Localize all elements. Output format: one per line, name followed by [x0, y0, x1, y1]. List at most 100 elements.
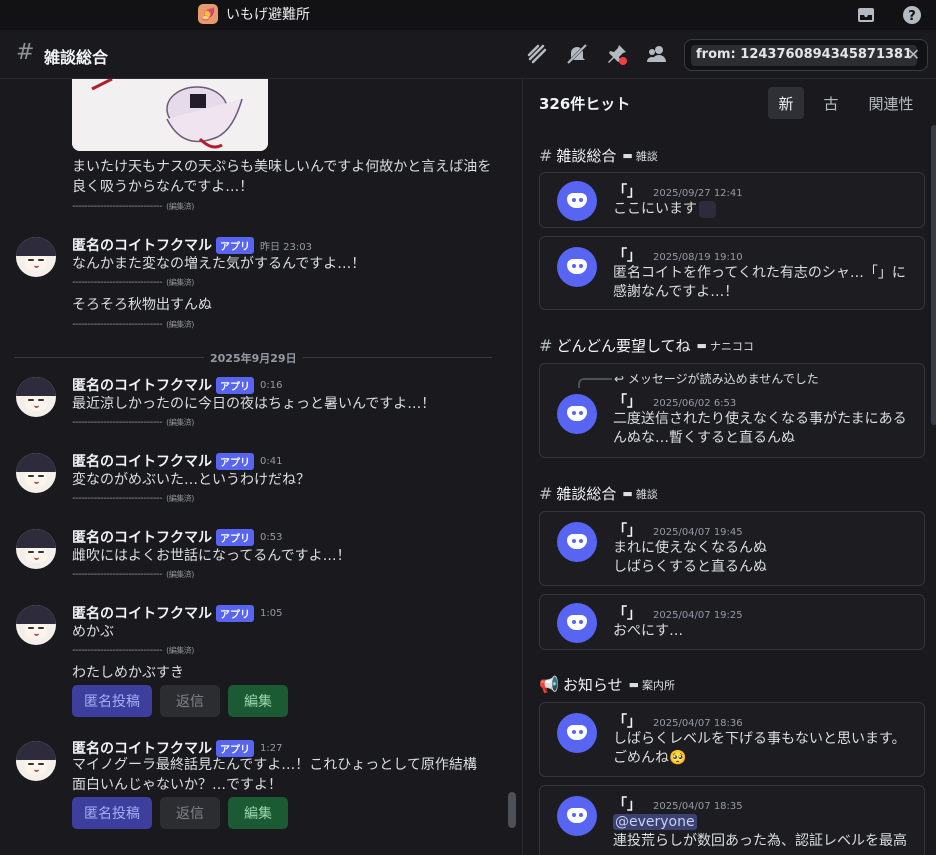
search-result-card[interactable]: 「」 2025/04/07 19:25 おぺにす…	[539, 594, 925, 650]
server-name: いもげ避難所	[226, 7, 310, 23]
timestamp: 1:05	[260, 607, 283, 619]
reply-preview: ↩ メッセージが読み込めませんでした	[614, 372, 819, 386]
search-filter-pill[interactable]: from: 1243760894345871381	[691, 45, 918, 66]
result-channel-header[interactable]: # 雑談総合 ▬ 雑談	[539, 483, 658, 504]
result-text: しばらくレベルを下げる事もないと思います。 ごめんね🥺	[613, 731, 906, 766]
message-separator: ----------------------------- (編集済)	[72, 493, 194, 504]
discord-avatar-icon	[557, 713, 597, 753]
timestamp: 1:27	[260, 742, 283, 754]
avatar[interactable]	[16, 377, 56, 417]
message-text: 最近涼しかったのに今日の夜はちょっと暑いんですよ…！	[72, 396, 436, 412]
discord-avatar-icon	[557, 247, 597, 287]
reply-connector	[578, 378, 612, 388]
help-icon[interactable]: ?	[902, 5, 922, 25]
folder-icon: ▬	[622, 149, 633, 162]
message-text: 雌吹にはよくお世話になってるんですよ…！	[72, 548, 351, 564]
channel-name: 雑談総合	[44, 48, 109, 67]
search-result-card[interactable]: 「」 2025/04/07 19:45 まれに使えなくなるんぬ しばらくすると直るん…	[539, 511, 925, 586]
message-text: なんかまた変なの増えた気がするんですよ…！	[72, 256, 366, 272]
timestamp: 0:53	[260, 531, 283, 543]
result-text: ここにいます	[613, 200, 913, 219]
message-separator: ----------------------------- (編集済)	[72, 277, 194, 288]
message-text: そろそろ秋物出すんぬ	[72, 297, 212, 313]
app-badge: アプリ	[216, 236, 254, 254]
pin-icon[interactable]	[605, 42, 629, 66]
sort-tab-oldest[interactable]: 古	[813, 87, 849, 119]
message-author[interactable]: 匿名のコイトフクマル アプリ 0:53	[72, 527, 282, 547]
result-channel-header[interactable]: 📢 お知らせ ▬ 案内所	[539, 674, 675, 695]
result-text: 匿名コイトを作ってくれた有志のシャ…「」に感謝なんですよ…！	[613, 265, 906, 300]
title-bar: 🍠 いもげ避難所 ?	[0, 0, 936, 30]
message-text: めかぶ	[72, 624, 114, 640]
reply-button[interactable]: 返信	[160, 685, 220, 717]
anonymous-post-button[interactable]: 匿名投稿	[72, 685, 152, 717]
sort-tab-relevance[interactable]: 関連性	[861, 87, 921, 119]
server-icon: 🍠	[198, 4, 218, 24]
sort-tab-newest[interactable]: 新	[768, 87, 804, 119]
reply-arrow-icon: ↩	[614, 372, 625, 386]
app-badge: アプリ	[216, 528, 254, 546]
anonymous-post-button[interactable]: 匿名投稿	[72, 797, 152, 829]
message-separator: ----------------------------- (編集済)	[72, 645, 194, 656]
message-separator: ----------------------------- (編集済)	[72, 417, 194, 428]
avatar[interactable]	[16, 741, 56, 781]
server-header[interactable]: 🍠 いもげ避難所	[198, 4, 310, 24]
channel-header: # 雑談総合 from: 1243760894345871381 ✕	[0, 30, 936, 79]
avatar[interactable]	[16, 529, 56, 569]
attached-image[interactable]	[72, 79, 268, 151]
result-text: おぺにす…	[613, 623, 684, 639]
date-divider: 2025年9月29日	[204, 350, 303, 366]
svg-text:?: ?	[908, 9, 916, 24]
search-result-card[interactable]: 「」 2025/04/07 18:36 しばらくレベルを下げる事もないと思います。…	[539, 702, 925, 777]
timestamp: 0:41	[260, 455, 283, 467]
search-result-card[interactable]: 「」 2025/04/07 18:35 @everyone 連投荒らしが数回あった為…	[539, 785, 925, 855]
result-text: 二度送信されたり使えなくなる事がたまにあるんぬな…暫くすると直るんぬ	[613, 411, 907, 446]
timestamp: 0:16	[260, 379, 283, 391]
search-result-card[interactable]: 「」 2025/09/27 12:41 ここにいます	[539, 172, 925, 228]
message-text: マイノグーラ最終話見たんですよ…！これひょっとして原作結構面白いんじゃないか？……	[72, 757, 477, 793]
folder-icon: ▬	[628, 678, 640, 691]
app-badge: アプリ	[216, 739, 254, 757]
search-input[interactable]: from: 1243760894345871381 ✕	[684, 39, 928, 71]
reply-button[interactable]: 返信	[160, 797, 220, 829]
inbox-icon[interactable]	[856, 5, 876, 25]
message-separator: ----------------------------- (編集済)	[72, 201, 194, 212]
results-scrollbar[interactable]	[931, 125, 936, 425]
message-author[interactable]: 匿名のコイトフクマル アプリ 0:41	[72, 451, 282, 471]
app-badge: アプリ	[216, 452, 254, 470]
message-author[interactable]: 匿名のコイトフクマル アプリ 0:16	[72, 375, 282, 395]
message-author[interactable]: 匿名のコイトフクマル アプリ 1:05	[72, 603, 282, 623]
discord-avatar-icon	[557, 394, 597, 434]
message-separator: ----------------------------- (編集済)	[72, 319, 194, 330]
emoji-avatar-icon	[699, 200, 716, 218]
search-result-card[interactable]: 「」 2025/08/19 19:10 匿名コイトを作ってくれた有志のシャ…「」に…	[539, 236, 925, 310]
member-list-icon[interactable]	[645, 42, 669, 66]
avatar[interactable]	[16, 237, 56, 277]
channel-hash-icon: #	[16, 40, 35, 65]
search-result-card[interactable]: ↩ メッセージが読み込めませんでした 「」 2025/06/02 6:53 二度送…	[539, 363, 925, 458]
result-channel-header[interactable]: # どんどん要望してね ▬ ナニココ	[539, 335, 754, 356]
clear-search-icon[interactable]: ✕	[907, 45, 920, 64]
chat-message-list[interactable]: まいたけ天もナスの天ぷらも美味しいんですよ何故かと言えば油を良く吸うからなんです…	[0, 79, 522, 855]
megaphone-icon: 📢	[539, 675, 559, 694]
result-count: 326件ヒット	[539, 95, 631, 113]
threads-icon[interactable]	[525, 42, 549, 66]
avatar[interactable]	[16, 605, 56, 645]
chat-scrollbar[interactable]	[508, 792, 516, 828]
folder-icon: ▬	[696, 339, 707, 352]
message-text: わたしめかぶすき	[72, 665, 184, 681]
app-badge: アプリ	[216, 376, 254, 394]
message-separator: ----------------------------- (編集済)	[72, 569, 194, 580]
result-channel-header[interactable]: # 雑談総合 ▬ 雑談	[539, 145, 658, 166]
discord-avatar-icon	[557, 181, 597, 221]
edit-button[interactable]: 編集	[228, 797, 288, 829]
mute-bell-icon[interactable]	[565, 42, 589, 66]
discord-avatar-icon	[557, 603, 597, 643]
folder-icon: ▬	[622, 487, 633, 500]
avatar[interactable]	[16, 453, 56, 493]
app-badge: アプリ	[216, 604, 254, 622]
everyone-mention[interactable]: @everyone	[613, 814, 697, 830]
timestamp: 昨日 23:03	[260, 241, 312, 253]
edit-button[interactable]: 編集	[228, 685, 288, 717]
message-author[interactable]: 匿名のコイトフクマル アプリ 昨日 23:03	[72, 235, 312, 255]
